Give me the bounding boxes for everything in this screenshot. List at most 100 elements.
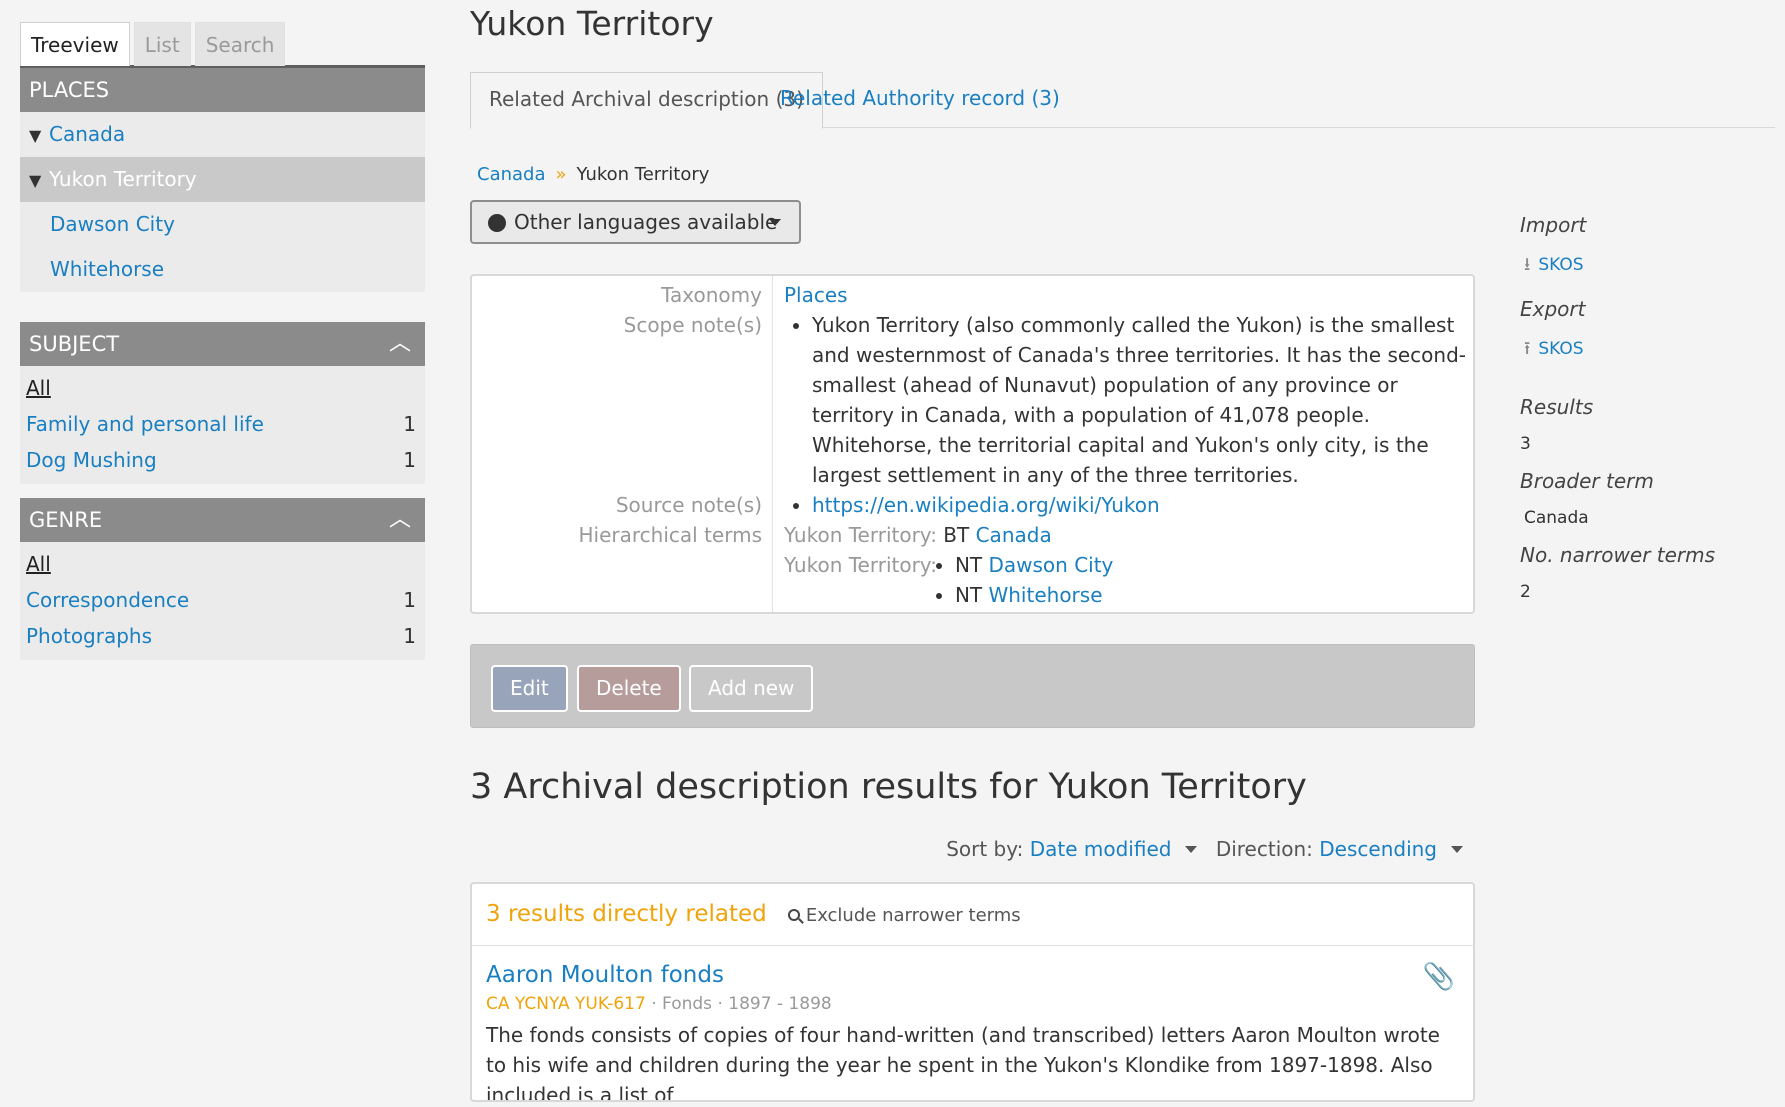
field-label: Taxonomy (661, 283, 762, 307)
result-dates: 1897 - 1898 (728, 994, 832, 1014)
field-label: Scope note(s) (623, 313, 762, 337)
facet-item-all[interactable]: All (20, 546, 425, 582)
facet-item-label[interactable]: Dog Mushing (26, 442, 157, 478)
tab-related-authority-record[interactable]: Related Authority record (3) (762, 72, 1078, 128)
places-header-label: PLACES (29, 78, 110, 102)
breadcrumb-separator-icon: » (555, 164, 567, 185)
download-icon: ⭳ (1524, 254, 1531, 275)
places-tree: ▼ Canada ▼ Yukon Territory Dawson City Whi… (20, 112, 425, 292)
source-note-link[interactable]: https://en.wikipedia.org/wiki/Yukon (812, 493, 1160, 517)
hier-prefix: Yukon Territory: (784, 523, 937, 547)
field-taxonomy: Taxonomy Places (472, 280, 1473, 310)
results-header: 3 results directly related Exclude narro… (472, 884, 1473, 946)
export-heading: Export (1520, 297, 1586, 321)
places-header: PLACES (20, 68, 425, 112)
other-languages-label: Other languages available (514, 210, 778, 234)
paperclip-icon[interactable]: 📎 (1423, 962, 1455, 992)
chevron-up-icon[interactable]: ︿ (389, 498, 411, 542)
tree-item-whitehorse[interactable]: Whitehorse (20, 247, 425, 292)
subject-facet-title: SUBJECT (29, 332, 120, 356)
tab-list[interactable]: List (133, 22, 191, 66)
result-title-link[interactable]: Aaron Moulton fonds (486, 960, 1459, 990)
export-skos-label[interactable]: SKOS (1538, 339, 1583, 359)
breadcrumb-item-canada[interactable]: Canada (477, 164, 546, 185)
import-skos-link[interactable]: ⭳ SKOS (1520, 240, 1770, 294)
results-count: 3 results directly related (486, 901, 767, 927)
search-icon (787, 909, 800, 921)
tab-treeview[interactable]: Treeview (20, 22, 130, 66)
results-list: 3 results directly related Exclude narro… (470, 882, 1475, 1102)
exclude-narrower-terms-link[interactable]: Exclude narrower terms (787, 905, 1021, 926)
facet-item-label[interactable]: Family and personal life (26, 406, 264, 442)
facet-item-all[interactable]: All (20, 370, 425, 406)
context-menu: Import ⭳ SKOS Export ⭱ SKOS Results 3 Broa… (1520, 210, 1770, 614)
caret-down-icon[interactable] (1451, 846, 1463, 853)
subject-facet-header[interactable]: SUBJECT ︿ (20, 322, 425, 366)
direction-dropdown[interactable]: Descending (1319, 837, 1437, 861)
tree-item-label[interactable]: Canada (49, 122, 125, 146)
expanded-triangle-icon[interactable]: ▼ (29, 113, 49, 158)
broader-term-link[interactable]: Canada (1520, 496, 1770, 540)
subject-facet: SUBJECT ︿ All Family and personal life 1… (20, 322, 425, 484)
narrower-terms-heading: No. narrower terms (1520, 543, 1716, 567)
facet-item-label[interactable]: Photographs (26, 618, 152, 654)
tree-item-label[interactable]: Yukon Territory (49, 167, 197, 191)
genre-facet-title: GENRE (29, 508, 103, 532)
facet-item[interactable]: Dog Mushing 1 (20, 442, 425, 478)
exclude-narrower-label: Exclude narrower terms (805, 905, 1021, 926)
hier-prefix: Yukon Territory: (784, 553, 937, 577)
facet-item-count: 1 (403, 588, 416, 612)
actions-bar: Edit Delete Add new (470, 644, 1475, 728)
facet-item[interactable]: Photographs 1 (20, 618, 425, 654)
narrower-term-link[interactable]: Dawson City (988, 553, 1113, 577)
facet-item-label[interactable]: Correspondence (26, 582, 189, 618)
caret-down-icon[interactable] (1185, 846, 1198, 853)
export-skos-link[interactable]: ⭱ SKOS (1520, 324, 1770, 378)
sidebar-tabs: Treeview List Search (20, 22, 425, 68)
taxonomy-link[interactable]: Places (784, 283, 848, 307)
tab-search[interactable]: Search (194, 22, 286, 66)
breadcrumb: Canada » Yukon Territory (470, 164, 1475, 185)
tree-item-canada[interactable]: ▼ Canada (20, 112, 425, 157)
facet-item[interactable]: Correspondence 1 (20, 582, 425, 618)
sort-bar: Sort by: Date modified Direction: Descen… (470, 834, 1475, 864)
import-skos-label[interactable]: SKOS (1538, 255, 1583, 275)
other-languages-dropdown[interactable]: Other languages available (470, 200, 801, 244)
tree-item-yukon-territory[interactable]: ▼ Yukon Territory (20, 157, 425, 202)
related-tabs: Related Archival description (3) Related… (470, 72, 1775, 129)
delete-button[interactable]: Delete (577, 665, 681, 712)
narrower-term-link[interactable]: Whitehorse (988, 583, 1102, 607)
upload-icon: ⭱ (1524, 338, 1531, 359)
facet-item-count: 1 (403, 412, 416, 436)
facet-item-label[interactable]: All (26, 546, 51, 582)
tree-item-label[interactable]: Dawson City (50, 212, 175, 236)
globe-icon (488, 214, 506, 232)
direction-label: Direction: (1215, 837, 1313, 861)
result-level: Fonds (662, 994, 713, 1014)
result-excerpt: The fonds consists of copies of four han… (486, 1023, 1440, 1102)
field-source-notes: Source note(s) https://en.wikipedia.org/… (472, 490, 1473, 520)
chevron-up-icon[interactable]: ︿ (389, 322, 411, 366)
facet-item-label[interactable]: All (26, 370, 51, 406)
tree-item-dawson-city[interactable]: Dawson City (20, 202, 425, 247)
narrower-term-tag: NT (954, 583, 983, 607)
term-fields: Taxonomy Places Scope note(s) Yukon Terr… (470, 274, 1475, 614)
expanded-triangle-icon[interactable]: ▼ (29, 158, 49, 203)
broader-term-tag: BT (943, 523, 970, 547)
sort-by-dropdown[interactable]: Date modified (1030, 837, 1172, 861)
main-content: Yukon Territory Related Archival descrip… (470, 0, 1775, 1102)
result-meta: CA YCNYA YUK-617 · Fonds · 1897 - 1898 (486, 994, 832, 1014)
tree-item-label[interactable]: Whitehorse (50, 257, 164, 281)
field-label: Hierarchical terms (578, 523, 762, 547)
add-new-button[interactable]: Add new (689, 665, 814, 712)
facet-item-count: 1 (403, 448, 416, 472)
breadcrumb-item-current: Yukon Territory (576, 164, 710, 185)
broader-term-link[interactable]: Canada (976, 523, 1052, 547)
facet-item[interactable]: Family and personal life 1 (20, 406, 425, 442)
results-heading: Results (1520, 395, 1594, 419)
results-title: 3 Archival description results for Yukon… (470, 767, 1307, 807)
page-title: Yukon Territory (470, 4, 714, 43)
edit-button[interactable]: Edit (491, 665, 568, 712)
sidebar: Treeview List Search PLACES ▼ Canada ▼ Yuk… (20, 22, 425, 660)
genre-facet-header[interactable]: GENRE ︿ (20, 498, 425, 542)
